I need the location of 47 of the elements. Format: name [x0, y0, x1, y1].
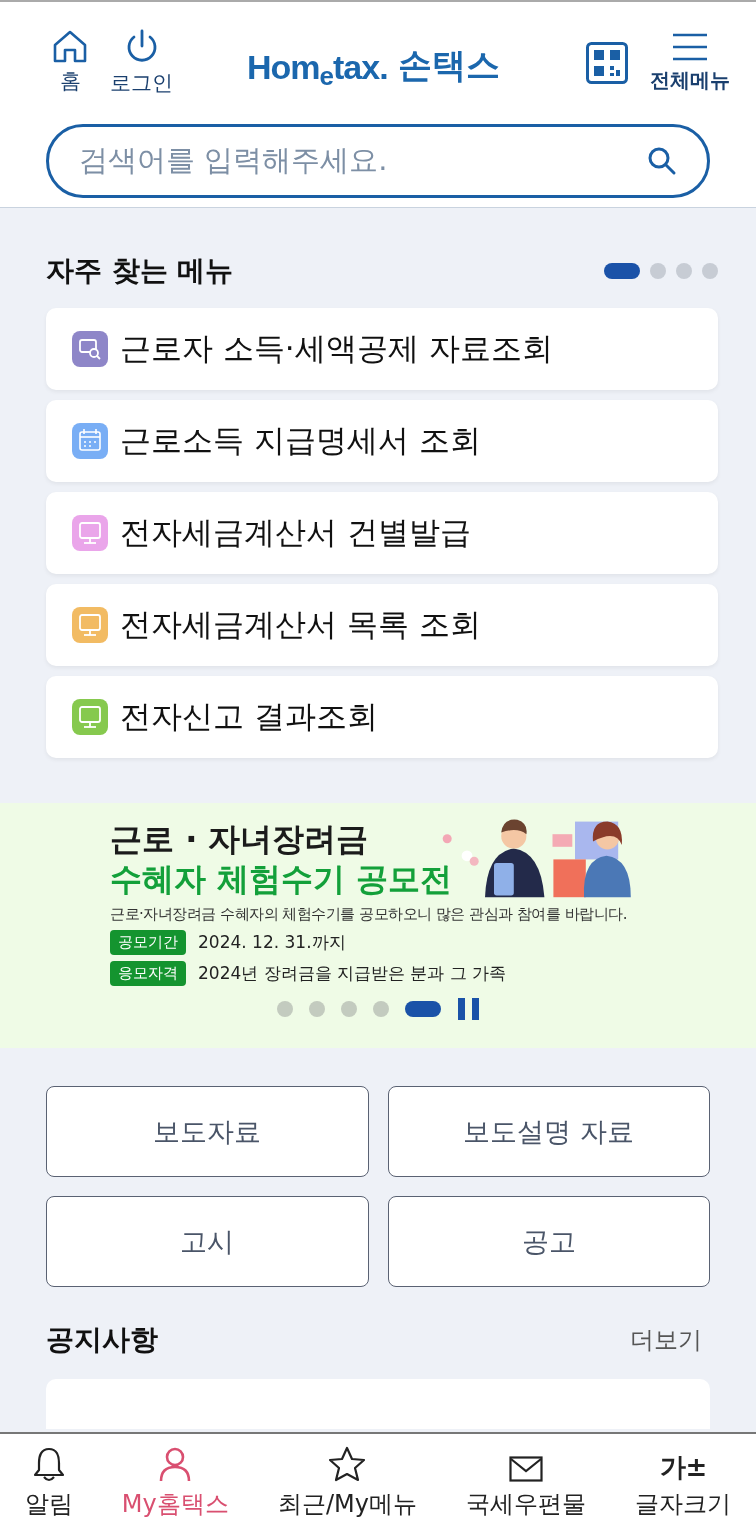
section-title: 공지사항 — [46, 1322, 158, 1358]
page-indicator[interactable] — [650, 263, 666, 279]
home-icon — [52, 29, 88, 63]
tab-button[interactable]: 가± 글자크기 — [610, 1434, 756, 1530]
tab-button[interactable]: 국세우편물 — [441, 1434, 611, 1530]
active-page-indicator[interactable] — [604, 263, 640, 279]
link-button[interactable]: 보도설명 자료 — [387, 1086, 710, 1177]
search-icon — [647, 146, 677, 176]
link-button[interactable]: 보도자료 — [46, 1086, 369, 1177]
banner-tag: 공모기간 — [110, 930, 186, 955]
page-indicator[interactable] — [309, 1001, 325, 1017]
qr-code-icon[interactable] — [586, 42, 628, 84]
person-icon — [158, 1446, 193, 1482]
section-title: 자주 찾는 메뉴 — [46, 253, 234, 289]
banner-title: 근로 · 자녀장려금 — [110, 819, 370, 859]
link-button[interactable]: 고시 — [46, 1196, 369, 1287]
banner-detail: 2024. 12. 31.까지 — [198, 931, 346, 954]
home-button[interactable]: 홈 — [52, 29, 88, 97]
font-size-icon: 가± — [659, 1452, 708, 1482]
bell-icon — [31, 1446, 66, 1482]
menu-item[interactable]: 전자신고 결과조회 — [46, 676, 718, 758]
login-button[interactable]: 로그인 — [110, 29, 173, 97]
banner-tag: 응모자격 — [110, 961, 186, 986]
menu-item[interactable]: 전자세금계산서 목록 조회 — [46, 584, 718, 666]
page-indicator[interactable] — [341, 1001, 357, 1017]
banner-description: 근로·자녀장려금 수혜자의 체험수기를 공모하오니 많은 관심과 참여를 바랍니다. — [110, 905, 628, 924]
menu-item[interactable]: 근로소득 지급명세서 조회 — [46, 400, 718, 482]
pause-icon[interactable] — [457, 998, 481, 1020]
star-icon — [328, 1446, 367, 1482]
page-indicator[interactable] — [702, 263, 718, 279]
page-indicator[interactable] — [277, 1001, 293, 1017]
tab-button[interactable]: 최근/My메뉴 — [253, 1434, 442, 1530]
logo[interactable]: Hom$_{e}$tax. 손택스 — [247, 34, 500, 92]
banner-detail: 2024년 장려금을 지급받은 분과 그 가족 — [198, 962, 507, 985]
tab-button[interactable]: 알림 — [0, 1434, 98, 1530]
banner-subtitle: 수혜자 체험수기 공모전 — [110, 859, 454, 899]
menu-item[interactable]: 전자세금계산서 건별발급 — [46, 492, 718, 574]
active-page-indicator[interactable] — [405, 1001, 441, 1017]
page-indicator[interactable] — [676, 263, 692, 279]
mail-icon — [509, 1456, 544, 1482]
link-button[interactable]: 공고 — [387, 1196, 710, 1287]
tab-button[interactable]: My홈택스 — [97, 1434, 254, 1530]
page-indicator[interactable] — [373, 1001, 389, 1017]
all-menu-button[interactable]: 전체메뉴 — [650, 32, 730, 94]
more-link[interactable]: 더보기 — [630, 1324, 702, 1356]
menu-item[interactable]: 근로자 소득·세액공제 자료조회 — [46, 308, 718, 390]
menu-icon — [672, 32, 708, 61]
